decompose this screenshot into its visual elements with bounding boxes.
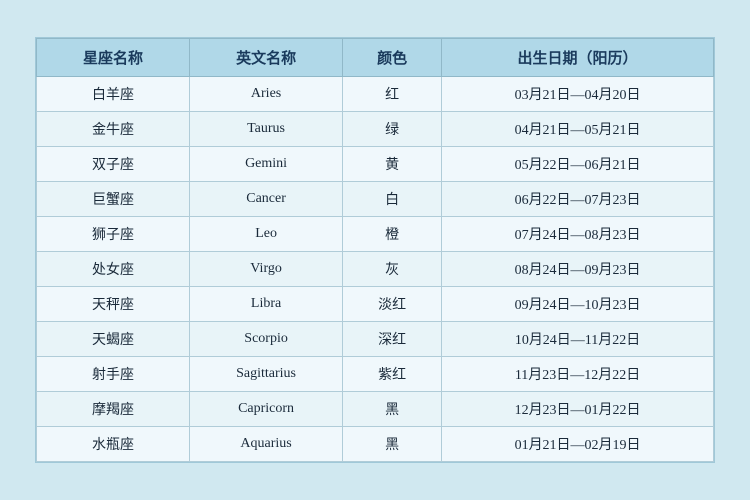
zodiac-table: 星座名称 英文名称 颜色 出生日期（阳历） 白羊座Aries红03月21日—04… (36, 38, 714, 462)
cell-dates: 07月24日—08月23日 (442, 217, 714, 252)
cell-dates: 01月21日—02月19日 (442, 427, 714, 462)
cell-english-name: Aquarius (190, 427, 343, 462)
cell-color: 黄 (343, 147, 442, 182)
cell-english-name: Virgo (190, 252, 343, 287)
cell-english-name: Sagittarius (190, 357, 343, 392)
cell-dates: 08月24日—09月23日 (442, 252, 714, 287)
cell-color: 深红 (343, 322, 442, 357)
cell-chinese-name: 巨蟹座 (37, 182, 190, 217)
cell-english-name: Leo (190, 217, 343, 252)
cell-english-name: Cancer (190, 182, 343, 217)
header-dates: 出生日期（阳历） (442, 39, 714, 77)
cell-color: 黑 (343, 427, 442, 462)
table-row: 双子座Gemini黄05月22日—06月21日 (37, 147, 714, 182)
table-row: 狮子座Leo橙07月24日—08月23日 (37, 217, 714, 252)
cell-color: 灰 (343, 252, 442, 287)
table-row: 水瓶座Aquarius黑01月21日—02月19日 (37, 427, 714, 462)
table-row: 摩羯座Capricorn黑12月23日—01月22日 (37, 392, 714, 427)
cell-english-name: Taurus (190, 112, 343, 147)
table-row: 巨蟹座Cancer白06月22日—07月23日 (37, 182, 714, 217)
cell-english-name: Capricorn (190, 392, 343, 427)
cell-color: 红 (343, 77, 442, 112)
cell-dates: 10月24日—11月22日 (442, 322, 714, 357)
cell-dates: 09月24日—10月23日 (442, 287, 714, 322)
cell-color: 橙 (343, 217, 442, 252)
cell-color: 黑 (343, 392, 442, 427)
cell-chinese-name: 天秤座 (37, 287, 190, 322)
cell-english-name: Libra (190, 287, 343, 322)
header-english-name: 英文名称 (190, 39, 343, 77)
cell-chinese-name: 摩羯座 (37, 392, 190, 427)
cell-dates: 06月22日—07月23日 (442, 182, 714, 217)
cell-dates: 12月23日—01月22日 (442, 392, 714, 427)
table-row: 天秤座Libra淡红09月24日—10月23日 (37, 287, 714, 322)
cell-chinese-name: 天蝎座 (37, 322, 190, 357)
cell-english-name: Gemini (190, 147, 343, 182)
cell-chinese-name: 白羊座 (37, 77, 190, 112)
table-body: 白羊座Aries红03月21日—04月20日金牛座Taurus绿04月21日—0… (37, 77, 714, 462)
table-row: 金牛座Taurus绿04月21日—05月21日 (37, 112, 714, 147)
table-row: 射手座Sagittarius紫红11月23日—12月22日 (37, 357, 714, 392)
table-row: 天蝎座Scorpio深红10月24日—11月22日 (37, 322, 714, 357)
cell-english-name: Scorpio (190, 322, 343, 357)
cell-chinese-name: 射手座 (37, 357, 190, 392)
zodiac-table-container: 星座名称 英文名称 颜色 出生日期（阳历） 白羊座Aries红03月21日—04… (35, 37, 715, 463)
cell-english-name: Aries (190, 77, 343, 112)
table-row: 处女座Virgo灰08月24日—09月23日 (37, 252, 714, 287)
cell-dates: 03月21日—04月20日 (442, 77, 714, 112)
table-row: 白羊座Aries红03月21日—04月20日 (37, 77, 714, 112)
cell-chinese-name: 处女座 (37, 252, 190, 287)
header-color: 颜色 (343, 39, 442, 77)
cell-dates: 04月21日—05月21日 (442, 112, 714, 147)
cell-color: 淡红 (343, 287, 442, 322)
cell-chinese-name: 狮子座 (37, 217, 190, 252)
header-chinese-name: 星座名称 (37, 39, 190, 77)
cell-color: 白 (343, 182, 442, 217)
cell-color: 绿 (343, 112, 442, 147)
cell-chinese-name: 水瓶座 (37, 427, 190, 462)
cell-dates: 11月23日—12月22日 (442, 357, 714, 392)
table-header-row: 星座名称 英文名称 颜色 出生日期（阳历） (37, 39, 714, 77)
cell-chinese-name: 金牛座 (37, 112, 190, 147)
cell-dates: 05月22日—06月21日 (442, 147, 714, 182)
cell-chinese-name: 双子座 (37, 147, 190, 182)
cell-color: 紫红 (343, 357, 442, 392)
